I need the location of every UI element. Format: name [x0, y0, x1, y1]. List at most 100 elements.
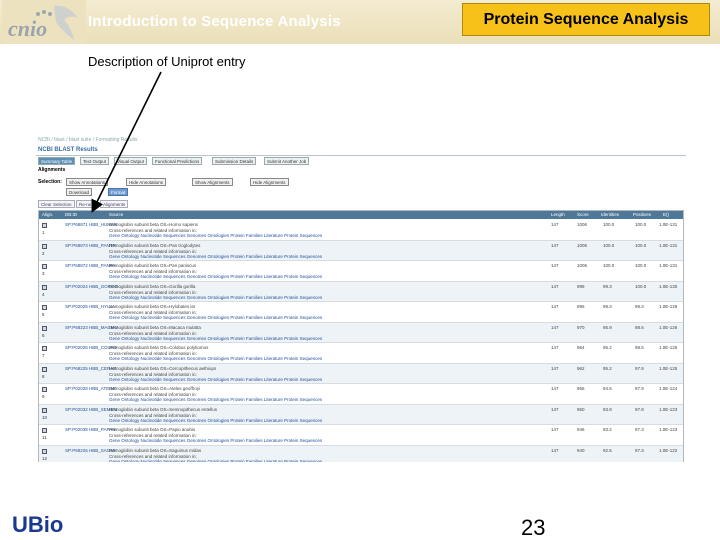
table-row[interactable]: 3 SP:P68872 HBB_PANPA Hemoglobin subunit b…: [39, 261, 683, 282]
results-table: Align. DB:ID Source Length Score Identit…: [38, 210, 684, 462]
rerun-button[interactable]: Re-run: [76, 200, 96, 208]
hit-evalue: 1.0E-131: [659, 242, 678, 248]
table-row[interactable]: 8 SP:P68225 HBB_CERAE Hemoglobin subunit b…: [39, 363, 683, 384]
hit-description: Hemoglobin subunit beta OS=Colobus polyk…: [109, 345, 209, 350]
column-header-evalue[interactable]: E(): [663, 212, 669, 217]
hit-score: 999: [577, 283, 585, 289]
hit-identities: 93.2: [603, 427, 612, 432]
hit-positives: 97.9: [635, 365, 644, 371]
row-number: 7: [42, 353, 45, 358]
accession-link[interactable]: SP:P68872 HBB_PANPA: [65, 263, 115, 268]
page-number: 23: [521, 515, 546, 540]
hide-alignments-button[interactable]: Hide Alignments: [250, 178, 289, 186]
table-row[interactable]: 10 SP:P02032 HBB_SEMEN Hemoglobin subunit …: [39, 404, 683, 425]
hit-evalue: 1.0E-125: [659, 345, 678, 350]
format-select[interactable]: Format: [108, 188, 129, 196]
topic-box: Protein Sequence Analysis: [462, 3, 710, 36]
hit-identities: 95.9: [603, 324, 612, 330]
accession-link[interactable]: SP:P02025 HBB_HYLLA: [65, 304, 115, 309]
crossref-links[interactable]: Gene Ontology Nucleotide Sequences Genom…: [109, 459, 322, 463]
row-number: 10: [42, 414, 48, 420]
row-checkbox[interactable]: [42, 243, 47, 249]
row-checkbox[interactable]: [42, 428, 47, 433]
crossref-links[interactable]: Gene Ontology Nucleotide Sequences Genom…: [109, 274, 322, 279]
row-checkbox[interactable]: [42, 223, 47, 228]
crossref-links[interactable]: Gene Ontology Nucleotide Sequences Genom…: [109, 377, 322, 382]
tab-text-output[interactable]: Text Output: [80, 157, 110, 165]
crossref-links[interactable]: Gene Ontology Nucleotide Sequences Genom…: [109, 336, 322, 341]
tab-summary-table[interactable]: Summary Table: [38, 157, 76, 165]
row-checkbox[interactable]: [42, 325, 47, 331]
table-row[interactable]: 7 SP:P02026 HBB_COLPO Hemoglobin subunit b…: [39, 343, 683, 364]
table-row[interactable]: 11 SP:P02038 HBB_PAPAN Hemoglobin subunit …: [39, 425, 683, 446]
row-checkbox[interactable]: [42, 284, 47, 290]
row-checkbox[interactable]: [42, 448, 47, 454]
hit-score: 950: [577, 406, 585, 412]
alignments-button[interactable]: Alignments: [100, 200, 129, 208]
hit-positives: 97.3: [635, 427, 644, 432]
show-alignments-button[interactable]: Show Alignments: [192, 178, 233, 186]
table-row[interactable]: 1 SP:P68871 HBB_HUMAN Hemoglobin subunit b…: [39, 220, 683, 241]
hide-annotations-button[interactable]: Hide Annotations: [126, 178, 167, 186]
column-header-positives[interactable]: Positives: [633, 212, 651, 217]
results-title: NCBI BLAST Results: [38, 147, 98, 153]
hit-identities: 100.0: [603, 242, 615, 248]
hit-identities: 99.3: [603, 304, 612, 309]
tab-visual-output[interactable]: Visual Output: [114, 157, 147, 165]
row-checkbox[interactable]: [42, 264, 47, 269]
crossref-links[interactable]: Gene Ontology Nucleotide Sequences Genom…: [109, 233, 322, 238]
column-header-source[interactable]: Source: [109, 212, 123, 217]
column-header-dbid[interactable]: DB:ID: [65, 212, 77, 217]
column-header-identities[interactable]: Identities: [601, 212, 619, 217]
crossref-links[interactable]: Gene Ontology Nucleotide Sequences Genom…: [109, 356, 322, 361]
row-checkbox[interactable]: [42, 407, 47, 413]
crossref-links[interactable]: Gene Ontology Nucleotide Sequences Genom…: [109, 315, 322, 320]
hit-description: Hemoglobin subunit beta OS=Macaca mulatt…: [109, 324, 201, 330]
row-checkbox[interactable]: [42, 346, 47, 351]
row-checkbox[interactable]: [42, 366, 47, 372]
clear-selection-button[interactable]: Clear Selection: [38, 200, 75, 208]
table-row[interactable]: 6 SP:P68223 HBB_MACMU Hemoglobin subunit b…: [39, 322, 683, 343]
hit-positives: 97.9: [635, 406, 644, 412]
table-row[interactable]: 9 SP:P02028 HBB_ATEGE Hemoglobin subunit b…: [39, 384, 683, 405]
slide-subtitle: Description of Uniprot entry: [88, 54, 246, 69]
hit-score: 970: [577, 324, 585, 330]
row-number: 2: [42, 250, 45, 256]
tab-submission-details[interactable]: Submission Details: [212, 157, 257, 165]
show-annotations-button[interactable]: Show Annotations: [66, 178, 109, 186]
hit-positives: 98.6: [635, 324, 644, 330]
accession-link[interactable]: SP:P68226 HBB_SAGMI: [65, 448, 115, 453]
hit-score: 1006: [577, 242, 588, 248]
row-number: 1: [42, 230, 45, 235]
table-row[interactable]: 12 SP:P68226 HBB_SAGMI Hemoglobin subunit …: [39, 445, 683, 463]
hit-identities: 100.0: [603, 222, 615, 227]
column-header-align[interactable]: Align.: [42, 212, 53, 217]
row-number: 12: [42, 455, 48, 461]
hit-length: 147: [551, 283, 559, 289]
crossref-links[interactable]: Gene Ontology Nucleotide Sequences Genom…: [109, 397, 322, 402]
cnio-logo: cnio: [2, 0, 86, 44]
table-row[interactable]: 2 SP:P68873 HBB_PANTR Hemoglobin subunit b…: [39, 240, 683, 261]
table-row[interactable]: 5 SP:P02025 HBB_HYLLA Hemoglobin subunit b…: [39, 302, 683, 323]
hit-evalue: 1.0E-123: [659, 406, 678, 412]
hit-length: 147: [551, 386, 559, 391]
row-checkbox[interactable]: [42, 387, 47, 392]
crossref-links[interactable]: Gene Ontology Nucleotide Sequences Genom…: [109, 254, 322, 259]
tab-functional-predictions[interactable]: Functional Predictions: [152, 157, 203, 165]
table-header: Align. DB:ID Source Length Score Identit…: [39, 211, 683, 219]
table-row[interactable]: 4 SP:P02024 HBB_GORGO Hemoglobin subunit b…: [39, 281, 683, 302]
hit-length: 147: [551, 427, 559, 432]
accession-link[interactable]: SP:P02038 HBB_PAPAN: [65, 427, 115, 432]
hit-description: Hemoglobin subunit beta OS=Pan paniscus: [109, 263, 197, 268]
crossref-links[interactable]: Gene Ontology Nucleotide Sequences Genom…: [109, 418, 322, 423]
column-header-length[interactable]: Length: [551, 212, 565, 217]
hit-positives: 100.0: [635, 222, 647, 227]
row-checkbox[interactable]: [42, 305, 47, 310]
column-header-score[interactable]: Score: [577, 212, 589, 217]
crossref-links[interactable]: Gene Ontology Nucleotide Sequences Genom…: [109, 295, 322, 300]
crossref-links[interactable]: Gene Ontology Nucleotide Sequences Genom…: [109, 438, 322, 443]
hit-identities: 99.3: [603, 283, 612, 289]
hit-description: Hemoglobin subunit beta OS=Hylobates lar: [109, 304, 196, 309]
tab-submit-another-job[interactable]: Submit Another Job: [264, 157, 310, 165]
download-button[interactable]: Download: [66, 188, 93, 196]
